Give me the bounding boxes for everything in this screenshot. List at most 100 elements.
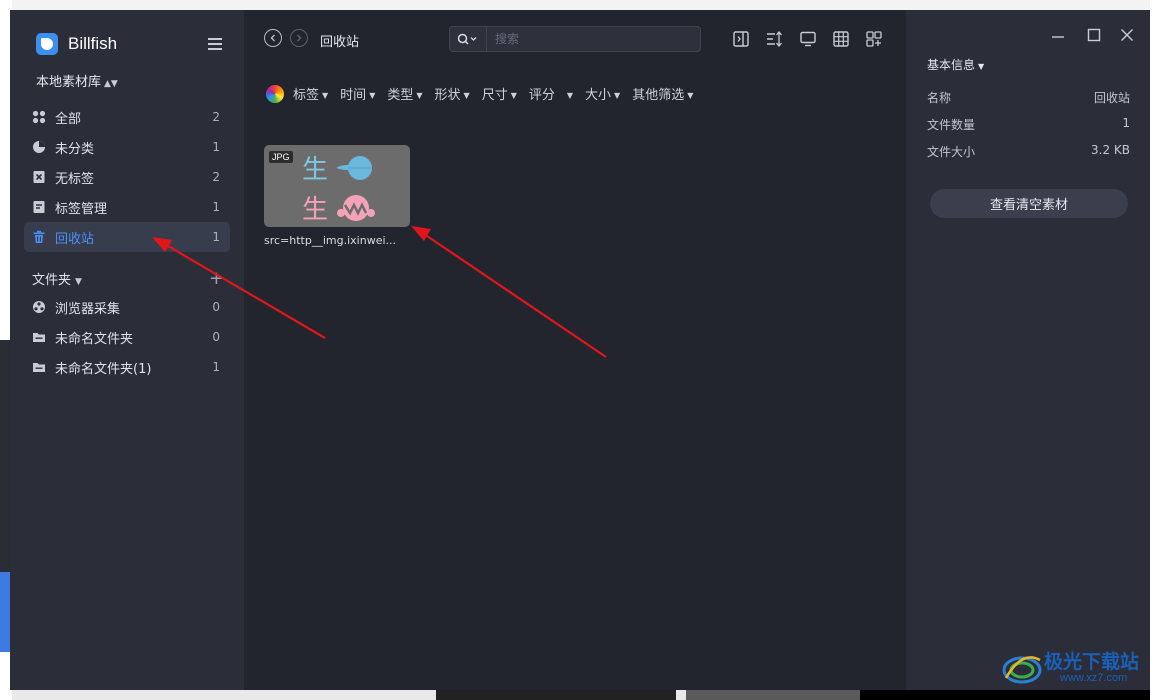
sidebar-item-label: 标签管理 — [55, 201, 108, 217]
search-box — [449, 26, 701, 52]
main-area: 回收站 标签▼ 时间▼ 类型▼ 形状▼ 尺寸▼ 评分▼ 大小▼ — [244, 10, 906, 690]
asset-thumbnail: JPG 生 生 — [264, 145, 410, 227]
chevron-right-icon — [297, 34, 302, 42]
sidebar-item-recycle-bin[interactable]: 回收站 1 — [24, 222, 230, 252]
caret-down-icon: ▼ — [463, 91, 470, 100]
sidebar-nav: 全部 2 未分类 1 无标签 2 标签管理 1 回收站 1 — [24, 102, 230, 252]
search-scope-dropdown[interactable] — [450, 27, 487, 51]
info-key: 文件大小 — [927, 145, 976, 159]
tag-off-icon — [32, 170, 46, 184]
filter-label: 大小 — [585, 88, 612, 103]
grid-icon — [32, 110, 46, 124]
caret-down-icon: ▼ — [369, 91, 376, 100]
info-row-file-size: 文件大小 3.2 KB — [927, 143, 1130, 160]
sidebar-item-count: 1 — [212, 140, 220, 154]
info-key: 名称 — [927, 91, 952, 105]
caret-down-icon: ▼ — [75, 277, 82, 287]
caret-down-icon: ▼ — [687, 91, 694, 100]
filter-time[interactable]: 时间 ▼ — [340, 84, 375, 103]
filter-tags[interactable]: 标签 ▼ — [293, 84, 328, 103]
info-key: 文件数量 — [927, 118, 976, 132]
filter-type[interactable]: 类型 ▼ — [387, 84, 422, 103]
filter-label: 评分 — [528, 88, 555, 103]
monitor-icon[interactable] — [799, 30, 817, 48]
thumbnail-glyph: 生 — [302, 155, 329, 185]
filter-label: 类型 — [387, 88, 414, 103]
brand: Billfish — [36, 33, 117, 55]
hamburger-menu-icon[interactable] — [208, 38, 222, 50]
maximize-icon[interactable] — [1086, 27, 1102, 43]
basic-info-toggle[interactable]: 基本信息 ▼ — [927, 56, 984, 73]
watermark-url: www.xz7.com — [1060, 672, 1128, 684]
asset-card[interactable]: JPG 生 生 src=http__img.ixinwei... — [264, 145, 410, 247]
grid-view-icon[interactable] — [832, 30, 850, 48]
app-window: Billfish 本地素材库 ▲▼ 全部 2 未分类 1 无标签 2 标签管理 … — [10, 10, 1150, 690]
folder-item-unnamed-1[interactable]: 未命名文件夹(1) 1 — [24, 352, 230, 382]
sidebar-item-untagged[interactable]: 无标签 2 — [24, 162, 230, 192]
pie-icon — [32, 140, 46, 154]
sort-arrows-icon: ▲▼ — [104, 79, 118, 89]
folder-item-label: 未命名文件夹 — [55, 331, 134, 347]
folders-toggle[interactable]: 文件夹 ▼ — [32, 269, 209, 288]
app-name: Billfish — [68, 34, 118, 53]
view-empty-assets-button[interactable]: 查看清空素材 — [930, 189, 1128, 218]
caret-down-icon: ▼ — [978, 62, 985, 71]
info-row-file-count: 文件数量 1 — [927, 116, 1130, 133]
desktop-background-right — [1150, 0, 1160, 700]
sidebar-item-uncategorized[interactable]: 未分类 1 — [24, 132, 230, 162]
sidebar-item-label: 无标签 — [55, 171, 95, 187]
cap-head-icon — [336, 156, 372, 180]
folder-item-browser-collect[interactable]: 浏览器采集 0 — [24, 292, 230, 322]
sidebar-item-label: 全部 — [55, 111, 82, 127]
panel-toggle-icon[interactable] — [732, 30, 750, 48]
sidebar-item-count: 2 — [212, 110, 220, 124]
add-folder-icon[interactable]: + — [209, 269, 224, 287]
layout-icon[interactable] — [865, 30, 883, 48]
folder-item-label: 未命名文件夹(1) — [55, 361, 152, 377]
filter-shape[interactable]: 形状 ▼ — [435, 84, 470, 103]
sidebar-item-label: 未分类 — [55, 141, 95, 157]
file-type-badge: JPG — [269, 151, 293, 163]
watermark-title: 极光下载站 — [1044, 651, 1140, 673]
sidebar-item-label: 回收站 — [55, 231, 95, 247]
color-filter-icon[interactable] — [266, 84, 284, 103]
folder-item-label: 浏览器采集 — [55, 301, 121, 317]
library-selector[interactable]: 本地素材库 ▲▼ — [36, 71, 118, 90]
minimize-icon[interactable] — [1050, 27, 1066, 43]
filter-label: 标签 — [293, 88, 320, 103]
filter-dimensions[interactable]: 尺寸 ▼ — [482, 84, 517, 103]
folder-item-unnamed[interactable]: 未命名文件夹 0 — [24, 322, 230, 352]
sidebar-item-tag-management[interactable]: 标签管理 1 — [24, 192, 230, 222]
sort-icon[interactable] — [765, 30, 783, 48]
page-title: 回收站 — [320, 35, 360, 50]
filter-label: 尺寸 — [481, 88, 508, 103]
folder-item-count: 1 — [212, 360, 220, 374]
tag-manage-icon — [32, 200, 46, 214]
back-button[interactable] — [264, 29, 282, 47]
folders-title: 文件夹 — [32, 273, 72, 288]
chevron-left-icon — [270, 34, 275, 42]
folder-item-count: 0 — [212, 300, 220, 314]
search-input[interactable] — [487, 27, 700, 51]
folder-list: 浏览器采集 0 未命名文件夹 0 未命名文件夹(1) 1 — [24, 292, 230, 382]
filter-size[interactable]: 大小 ▼ — [585, 84, 620, 103]
caret-down-icon: ▼ — [510, 91, 517, 100]
billfish-logo-icon — [36, 33, 58, 55]
filter-rating[interactable]: 评分 ▼ — [529, 84, 573, 103]
library-name: 本地素材库 — [36, 75, 102, 90]
folders-header: 文件夹 ▼ + — [32, 269, 224, 288]
close-icon[interactable] — [1119, 27, 1135, 43]
sidebar-item-all[interactable]: 全部 2 — [24, 102, 230, 132]
info-value: 回收站 — [1093, 91, 1130, 105]
info-panel: 基本信息 ▼ 名称 回收站 文件数量 1 文件大小 3.2 KB 查看清空素材 — [906, 10, 1150, 690]
filter-other[interactable]: 其他筛选 ▼ — [632, 84, 693, 103]
browser-collect-icon — [32, 300, 46, 314]
asset-name: src=http__img.ixinwei... — [264, 234, 397, 247]
search-icon — [457, 33, 477, 45]
caret-down-icon: ▼ — [566, 91, 574, 100]
sidebar-item-count: 1 — [212, 230, 220, 244]
filter-label: 其他筛选 — [632, 88, 685, 103]
caret-down-icon: ▼ — [614, 91, 621, 100]
forward-button[interactable] — [290, 29, 308, 47]
panel-title: 基本信息 — [927, 58, 976, 72]
